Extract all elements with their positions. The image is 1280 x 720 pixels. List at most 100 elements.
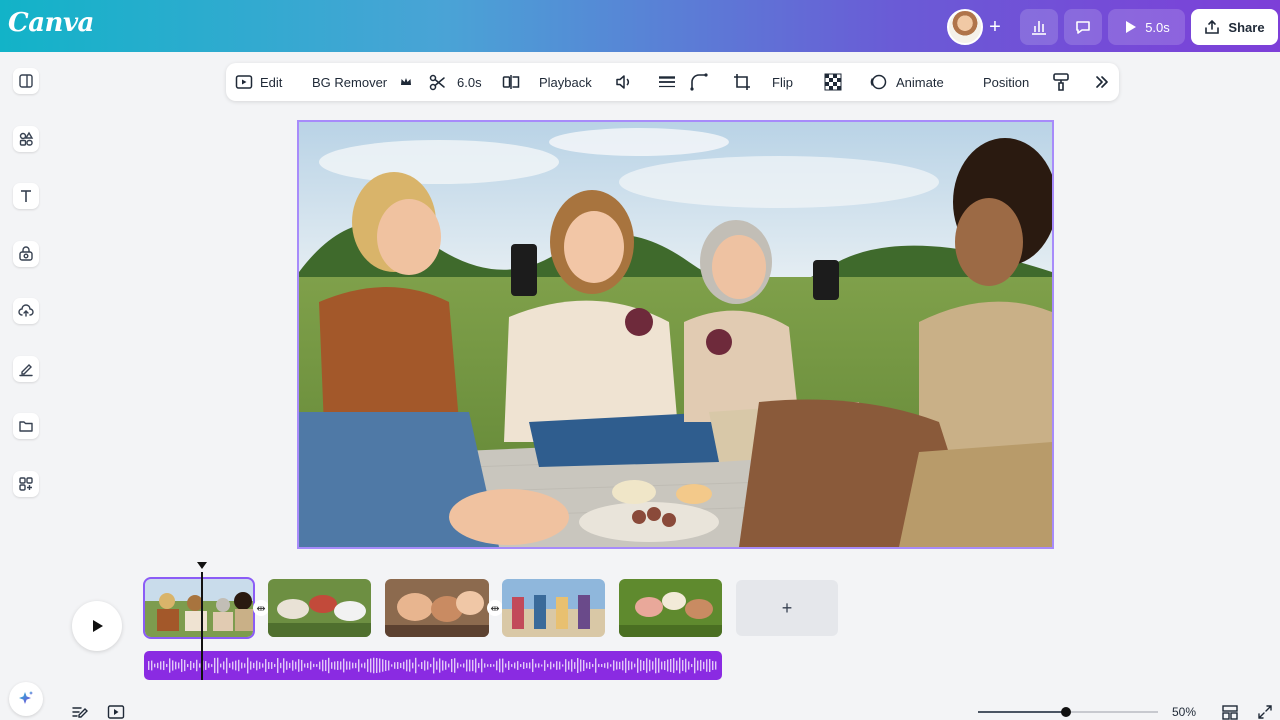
waveform-bar	[151, 660, 153, 671]
waveform-bar	[244, 663, 246, 668]
waveform-bar	[436, 661, 438, 670]
sidebar-item-uploads[interactable]	[13, 298, 39, 324]
sidebar-item-text[interactable]	[13, 183, 39, 209]
waveform-bar	[508, 661, 510, 670]
insights-button[interactable]	[1020, 9, 1058, 45]
timer-button[interactable]	[106, 703, 126, 720]
waveform-bar	[523, 662, 525, 669]
waveform-bar	[370, 658, 372, 673]
fullscreen-button[interactable]	[1256, 703, 1274, 720]
waveform-bar	[541, 664, 543, 667]
edit-video-button[interactable]: Edit	[235, 63, 282, 101]
sidebar-item-brand[interactable]	[13, 241, 39, 267]
waveform-bar	[457, 662, 459, 669]
timeline-clip-1[interactable]	[143, 577, 255, 639]
waveform-bar	[421, 661, 423, 670]
waveform-bar	[301, 659, 303, 672]
waveform-bar	[283, 658, 285, 673]
waveform-bar	[685, 658, 687, 673]
waveform-bar	[604, 663, 606, 668]
audio-track[interactable]	[144, 651, 722, 680]
waveform-bar	[388, 660, 390, 671]
zoom-slider-handle[interactable]	[1061, 707, 1071, 717]
sidebar-item-draw[interactable]	[13, 356, 39, 382]
position-button[interactable]: Position	[983, 63, 1029, 101]
timeline-clip-5[interactable]	[619, 579, 722, 637]
canvas-video-frame[interactable]	[297, 120, 1054, 549]
waveform-bar	[490, 663, 492, 668]
present-button[interactable]: 5.0s	[1108, 9, 1185, 45]
waveform-bar	[559, 661, 561, 670]
comments-button[interactable]	[1064, 9, 1102, 45]
flip-label: Flip	[772, 74, 793, 90]
grid-view-button[interactable]	[1220, 703, 1240, 720]
sidebar-item-elements[interactable]	[13, 126, 39, 152]
waveform-bar	[157, 662, 159, 669]
waveform-bar	[295, 661, 297, 670]
timeline-clip-2[interactable]	[268, 579, 371, 637]
waveform-bar	[592, 663, 594, 668]
flip-button[interactable]: Flip	[772, 63, 793, 101]
waveform-bar	[616, 661, 618, 670]
waveform-bar	[661, 661, 663, 670]
more-options-button[interactable]	[1094, 63, 1110, 101]
sidebar-item-design[interactable]	[13, 68, 39, 94]
waveform-bar	[703, 661, 705, 670]
waveform-bar	[211, 664, 213, 667]
sidebar-item-apps[interactable]	[13, 471, 39, 497]
waveform-bar	[502, 658, 504, 673]
waveform-bar	[487, 664, 489, 667]
waveform-bar	[349, 661, 351, 670]
playback-button[interactable]: Playback	[502, 63, 592, 101]
waveform-bar	[409, 659, 411, 672]
clip-thumbnail	[619, 579, 722, 637]
notes-button[interactable]	[70, 703, 90, 720]
transparency-button[interactable]	[824, 63, 842, 101]
volume-button[interactable]	[615, 63, 633, 101]
volume-icon	[616, 75, 630, 89]
timeline-clip-4[interactable]	[502, 579, 605, 637]
transition-2[interactable]: ⇹	[487, 600, 503, 616]
share-button[interactable]: Share	[1191, 9, 1278, 45]
add-collaborator-button[interactable]: +	[981, 9, 1009, 45]
border-style-button[interactable]	[658, 63, 676, 101]
sidebar-item-projects[interactable]	[13, 413, 39, 439]
waveform-bar	[340, 661, 342, 670]
bg-remover-button[interactable]: BG Remover	[312, 63, 387, 101]
waveform-bar	[688, 661, 690, 670]
timeline-play-button[interactable]	[72, 601, 122, 651]
premium-crown	[400, 63, 412, 101]
magic-assistant-button[interactable]	[9, 682, 43, 716]
clip-thumbnail	[145, 579, 253, 637]
waveform-bar	[169, 658, 171, 673]
zoom-level[interactable]: 50%	[1172, 705, 1196, 719]
playhead-marker[interactable]	[197, 562, 207, 569]
canva-logo[interactable]: Canva	[8, 8, 94, 38]
crop-button[interactable]	[733, 63, 751, 101]
waveform-bar	[241, 662, 243, 669]
transition-1[interactable]: ⇹	[253, 600, 269, 616]
animate-button[interactable]: Animate	[869, 63, 944, 101]
copy-style-button[interactable]	[1052, 63, 1070, 101]
playback-label: Playback	[539, 74, 592, 90]
user-avatar[interactable]	[947, 9, 983, 45]
timeline-clip-3[interactable]	[385, 579, 489, 637]
waveform-bar	[712, 660, 714, 671]
folder-icon	[19, 421, 33, 432]
waveform-bar	[172, 660, 174, 671]
split-duration-button[interactable]: 6.0s	[429, 63, 482, 101]
add-clip-button[interactable]: +	[736, 580, 838, 636]
waveform-bar	[520, 664, 522, 667]
waveform-bar	[268, 662, 270, 669]
waveform-bar	[469, 659, 471, 672]
border-style-icon	[659, 76, 675, 88]
waveform-bar	[454, 658, 456, 673]
paint-roller-icon	[1053, 73, 1069, 91]
playhead[interactable]	[201, 572, 203, 680]
waveform-bar	[577, 657, 579, 674]
waveform-bar	[262, 663, 264, 668]
waveform-bar	[706, 659, 708, 672]
waveform-bar	[184, 659, 186, 672]
corner-rounding-button[interactable]	[690, 63, 708, 101]
waveform-bar	[694, 657, 696, 674]
